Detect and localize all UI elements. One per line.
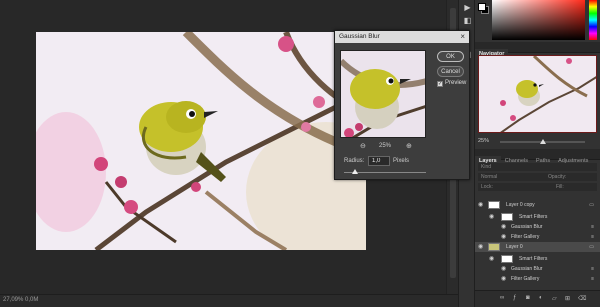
layers-toolbar: Kind Normal Opacity: Lock: Fill:	[475, 161, 600, 197]
zoom-out-icon[interactable]: ⊖	[360, 142, 366, 151]
layer-thumbnail	[488, 243, 500, 251]
mask-icon[interactable]: ◙	[526, 295, 530, 301]
fx-icon[interactable]: ƒ	[513, 295, 516, 301]
dialog-titlebar[interactable]: Gaussian Blur ×	[335, 31, 469, 43]
smart-filters-row[interactable]: ◉ Smart Filters	[475, 212, 600, 222]
navigator-zoom-value: 25%	[478, 138, 490, 144]
preview-zoom-value: 25%	[379, 143, 392, 149]
folder-icon[interactable]: ▱	[552, 295, 557, 302]
close-icon[interactable]: ×	[460, 32, 465, 41]
smart-filters-row[interactable]: ◉ Smart Filters	[475, 254, 600, 264]
navigator-preview[interactable]	[478, 55, 597, 133]
layers-bottom-bar: ∞ ƒ ◙ ◐ ▱ ⊞ ⌫	[475, 290, 600, 307]
filter-options-icon[interactable]: ≡	[591, 234, 594, 240]
cancel-button[interactable]: Cancel	[437, 66, 464, 77]
eye-icon[interactable]: ◉	[501, 224, 506, 230]
eye-icon[interactable]: ◉	[478, 244, 483, 250]
zoom-in-icon[interactable]: ⊕	[406, 142, 412, 151]
filter-options-icon[interactable]: ≡	[591, 276, 594, 282]
layers-tab-bar: Layers Channels Paths Adjustments	[475, 149, 600, 167]
foreground-color-swatch[interactable]	[478, 3, 486, 11]
layer-filter-kind: Kind	[481, 164, 492, 170]
radius-slider-knob[interactable]	[352, 169, 358, 174]
play-icon[interactable]: ▶	[462, 3, 473, 13]
photoshop-window: 27,09% 0,0M ▶ ◧ ▤ ✎ Navigator	[0, 0, 600, 307]
opacity-label: Opacity:	[548, 174, 567, 180]
filter-mask-thumbnail	[501, 255, 513, 263]
layer-row[interactable]: ◉ Layer 0 copy ▭	[475, 200, 600, 210]
filter-label: Filter Gallery	[511, 234, 540, 240]
blend-mode-value: Normal	[481, 174, 498, 180]
eye-icon[interactable]: ◉	[489, 256, 494, 262]
blend-mode-row[interactable]: Normal Opacity:	[478, 173, 597, 181]
layer-name: Layer 0 copy	[506, 202, 535, 208]
layer-thumbnail	[488, 201, 500, 209]
lock-row[interactable]: Lock: Fill:	[478, 183, 597, 191]
layer-name: Layer 0	[506, 244, 523, 250]
radius-input[interactable]	[368, 156, 390, 166]
smart-filters-label: Smart Filters	[519, 214, 548, 220]
eye-icon[interactable]: ◉	[501, 234, 506, 240]
right-panel: Navigator 25% Layers Channels Paths Adju…	[475, 0, 600, 307]
eye-icon[interactable]: ◉	[501, 266, 506, 272]
radius-slider[interactable]	[344, 169, 426, 174]
status-bar: 27,09% 0,0M	[0, 294, 458, 307]
smart-object-icon: ▭	[589, 202, 594, 208]
navigator-zoom-slider[interactable]	[500, 139, 585, 144]
smart-filters-label: Smart Filters	[519, 256, 548, 262]
navigator-slider-knob[interactable]	[540, 139, 546, 144]
preview-label: Preview	[445, 80, 467, 86]
smart-object-icon: ▭	[589, 244, 594, 250]
preview-zoom-row: ⊖ 25% ⊕	[340, 142, 426, 152]
filter-label: Gaussian Blur	[511, 266, 543, 272]
hue-slider[interactable]	[589, 0, 597, 40]
preview-image	[341, 51, 425, 137]
filter-options-icon[interactable]: ≡	[591, 224, 594, 230]
filter-label: Filter Gallery	[511, 276, 540, 282]
layer-row-selected[interactable]: ◉ Layer 0 ▭	[475, 242, 600, 252]
lock-label: Lock:	[481, 184, 493, 190]
gaussian-blur-dialog: Gaussian Blur × OK Cancel ✓ Preview ⊖ 25…	[334, 30, 470, 180]
radius-unit: Pixels	[393, 158, 410, 164]
filter-options-icon[interactable]: ≡	[591, 266, 594, 272]
navigator-tab-bar: Navigator	[475, 42, 600, 60]
navigator-thumbnail	[479, 56, 596, 132]
new-layer-icon[interactable]: ⊞	[565, 295, 570, 302]
filter-row[interactable]: ◉ Gaussian Blur ≡	[475, 264, 600, 274]
document-canvas[interactable]	[36, 32, 366, 250]
filter-row[interactable]: ◉ Filter Gallery ≡	[475, 274, 600, 284]
ok-button[interactable]: OK	[437, 51, 464, 62]
filter-label: Gaussian Blur	[511, 224, 543, 230]
fill-label: Fill:	[556, 184, 564, 190]
canvas-image	[36, 32, 366, 250]
dialog-title: Gaussian Blur	[339, 33, 380, 40]
adjustment-icon[interactable]: ◐	[539, 295, 543, 301]
status-zoom-text: 27,09% 0,0M	[3, 297, 39, 303]
radius-label: Radius:	[344, 158, 365, 164]
filter-row[interactable]: ◉ Filter Gallery ≡	[475, 232, 600, 242]
eye-icon[interactable]: ◉	[489, 214, 494, 220]
layer-filter-field[interactable]: Kind	[478, 163, 597, 171]
preview-checkbox[interactable]: ✓	[437, 81, 443, 87]
navigator-zoom-row: 25%	[475, 137, 600, 147]
color-field[interactable]	[492, 0, 585, 40]
filter-mask-thumbnail	[501, 213, 513, 221]
link-icon[interactable]: ∞	[500, 295, 504, 301]
eye-icon[interactable]: ◉	[501, 276, 506, 282]
eye-icon[interactable]: ◉	[478, 202, 483, 208]
trash-icon[interactable]: ⌫	[578, 295, 586, 302]
filter-preview[interactable]	[340, 50, 426, 138]
swap-colors-icon[interactable]: ◧	[462, 16, 473, 26]
filter-row[interactable]: ◉ Gaussian Blur ≡	[475, 222, 600, 232]
